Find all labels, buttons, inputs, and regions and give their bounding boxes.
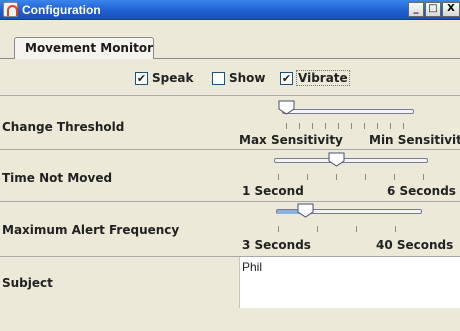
slider-tick [286,123,287,129]
change-threshold-slider[interactable]: Max Sensitivity Min Sensitivity [238,96,460,149]
title-bar[interactable]: Configuration _ □ X [0,0,460,20]
slider-max-label: Min Sensitivity [369,133,460,147]
change-threshold-label: Change Threshold [2,120,125,134]
slider-tick [395,226,396,232]
slider-tick [364,123,365,129]
slider-tick [278,174,279,180]
slider-tick [278,226,279,232]
slider-tick [365,174,366,180]
vibrate-checkbox-box[interactable]: ✔ [280,71,293,85]
speak-label[interactable]: Speak [152,71,193,85]
slider-track[interactable] [282,109,414,114]
show-checkbox[interactable]: Show [212,71,266,85]
java-app-icon [3,2,18,17]
slider-tick [377,123,378,129]
show-label[interactable]: Show [229,71,266,85]
slider-thumb[interactable] [328,152,345,167]
slider-max-label: 6 Seconds [387,184,456,198]
slider-tick [325,123,326,129]
slider-tick [307,174,308,180]
slider-min-label: 1 Second [242,184,304,198]
slider-max-label: 40 Seconds [376,238,454,252]
slider-tick [394,174,395,180]
subject-input[interactable]: Phil [239,257,460,308]
time-not-moved-row: Time Not Moved 1 Second 6 Seconds [0,150,460,202]
slider-tick [390,123,391,129]
slider-tick [338,123,339,129]
change-threshold-row: Change Threshold Max Sensitivity Min Sen… [0,96,460,150]
minimize-button[interactable]: _ [408,2,424,17]
slider-tick [403,123,404,129]
slider-tick [312,123,313,129]
max-alert-frequency-label: Maximum Alert Frequency [2,223,180,237]
max-alert-frequency-row: Maximum Alert Frequency 3 Seconds 40 Sec… [0,202,460,257]
subject-row: Subject Phil [0,257,460,308]
slider-thumb[interactable] [278,100,295,115]
tab-movement-monitor[interactable]: Movement Monitor [14,37,154,59]
speak-checkbox-box[interactable]: ✔ [135,71,148,85]
max-alert-frequency-slider[interactable]: 3 Seconds 40 Seconds [238,202,460,256]
options-row: ✔ Speak Show ✔ Vibrate [0,62,460,96]
slider-tick [336,174,337,180]
slider-tick [317,226,318,232]
window-title: Configuration [22,3,101,17]
slider-min-label: 3 Seconds [242,238,311,252]
time-not-moved-slider[interactable]: 1 Second 6 Seconds [238,150,460,201]
subject-label: Subject [2,276,53,290]
slider-tick [423,174,424,180]
show-checkbox-box[interactable] [212,71,225,85]
slider-min-label: Max Sensitivity [239,133,343,147]
slider-track[interactable] [274,158,428,163]
slider-tick [299,123,300,129]
slider-tick [356,226,357,232]
vibrate-checkbox[interactable]: ✔ Vibrate [280,70,350,86]
vibrate-label[interactable]: Vibrate [296,70,350,86]
time-not-moved-label: Time Not Moved [2,171,113,185]
maximize-button[interactable]: □ [425,2,441,17]
speak-checkbox[interactable]: ✔ Speak [135,71,193,85]
slider-thumb[interactable] [297,203,314,218]
slider-tick [351,123,352,129]
close-button[interactable]: X [442,2,460,17]
